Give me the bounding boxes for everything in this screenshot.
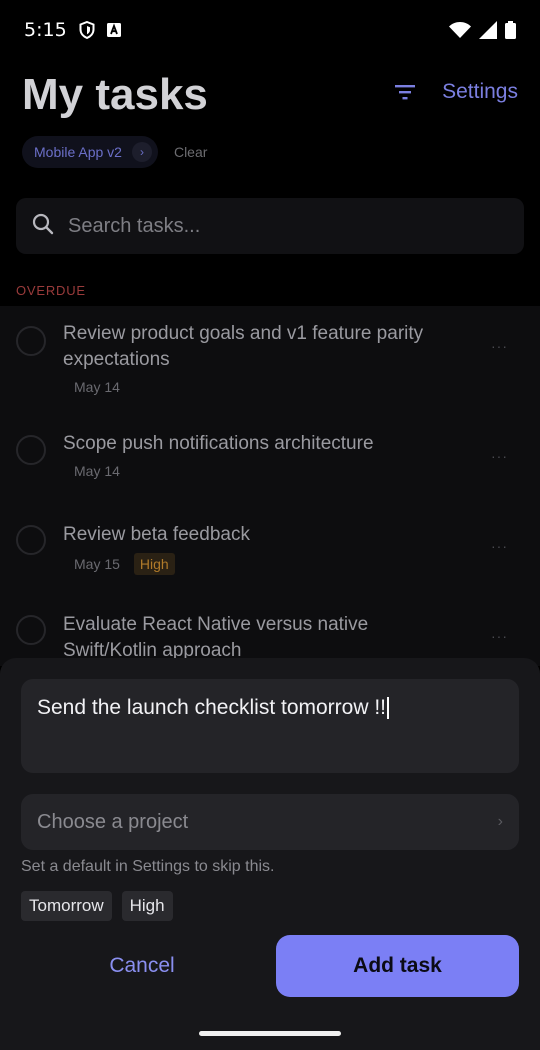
task-list: Review product goals and v1 feature pari… xyxy=(0,306,540,666)
due-date-tag[interactable]: Tomorrow xyxy=(21,891,112,921)
wifi-icon xyxy=(449,22,471,38)
task-title: Scope push notifications architecture xyxy=(63,433,374,454)
task-complete-checkbox[interactable] xyxy=(16,435,46,465)
shield-icon xyxy=(79,21,95,39)
home-indicator[interactable] xyxy=(199,1031,341,1036)
new-task-sheet: Send the launch checklist tomorrow !! Ch… xyxy=(0,658,540,1050)
search-icon xyxy=(32,213,54,240)
priority-badge: High xyxy=(133,553,175,575)
status-bar: 5:15 xyxy=(0,0,540,60)
search-box[interactable] xyxy=(16,198,524,254)
cellular-signal-icon xyxy=(479,21,497,39)
chevron-right-icon: › xyxy=(497,813,503,830)
more-options-icon[interactable]: ··· xyxy=(491,628,508,644)
task-complete-checkbox[interactable] xyxy=(16,326,46,356)
task-meta: May 15 High xyxy=(74,553,175,575)
text-cursor xyxy=(387,697,390,720)
task-complete-checkbox[interactable] xyxy=(16,525,46,555)
status-time: 5:15 xyxy=(24,19,67,41)
task-due-date: May 15 xyxy=(74,556,120,572)
task-title: Review product goals and v1 feature pari… xyxy=(63,323,424,370)
section-label-overdue: OVERDUE xyxy=(16,283,86,298)
task-meta: May 14 xyxy=(74,379,120,395)
header-actions: Settings xyxy=(394,80,518,104)
search-input[interactable] xyxy=(68,214,488,238)
keyboard-a-icon xyxy=(106,23,121,37)
filter-row: Mobile App v2 › Clear xyxy=(22,136,207,168)
project-filter-label: Mobile App v2 xyxy=(34,144,122,160)
more-options-icon[interactable]: ··· xyxy=(491,338,508,354)
task-complete-checkbox[interactable] xyxy=(16,615,46,645)
project-hint: Set a default in Settings to skip this. xyxy=(21,858,275,875)
more-options-icon[interactable]: ··· xyxy=(491,538,508,554)
parsed-tags: Tomorrow High xyxy=(21,891,173,921)
project-filter-chip[interactable]: Mobile App v2 › xyxy=(22,136,158,168)
page-title: My tasks xyxy=(22,70,208,119)
task-title: Evaluate React Native versus native Swif… xyxy=(63,614,369,661)
task-text-input[interactable]: Send the launch checklist tomorrow !! xyxy=(21,679,519,773)
project-select-placeholder: Choose a project xyxy=(37,810,189,833)
battery-icon xyxy=(505,21,516,39)
clear-filter-button[interactable]: Clear xyxy=(174,144,207,160)
task-due-date: May 14 xyxy=(74,463,120,479)
more-options-icon[interactable]: ··· xyxy=(491,448,508,464)
task-meta: May 14 xyxy=(74,463,120,479)
project-select[interactable]: Choose a project › xyxy=(21,794,519,850)
cancel-button[interactable]: Cancel xyxy=(22,935,262,997)
task-due-date: May 14 xyxy=(74,379,120,395)
filter-icon[interactable] xyxy=(394,82,416,102)
chevron-right-icon: › xyxy=(131,142,152,162)
task-title: Review beta feedback xyxy=(63,524,250,545)
priority-tag[interactable]: High xyxy=(121,891,173,921)
add-task-button[interactable]: Add task xyxy=(276,935,519,997)
task-text-value: Send the launch checklist tomorrow !! xyxy=(37,696,387,719)
settings-link[interactable]: Settings xyxy=(442,80,518,104)
